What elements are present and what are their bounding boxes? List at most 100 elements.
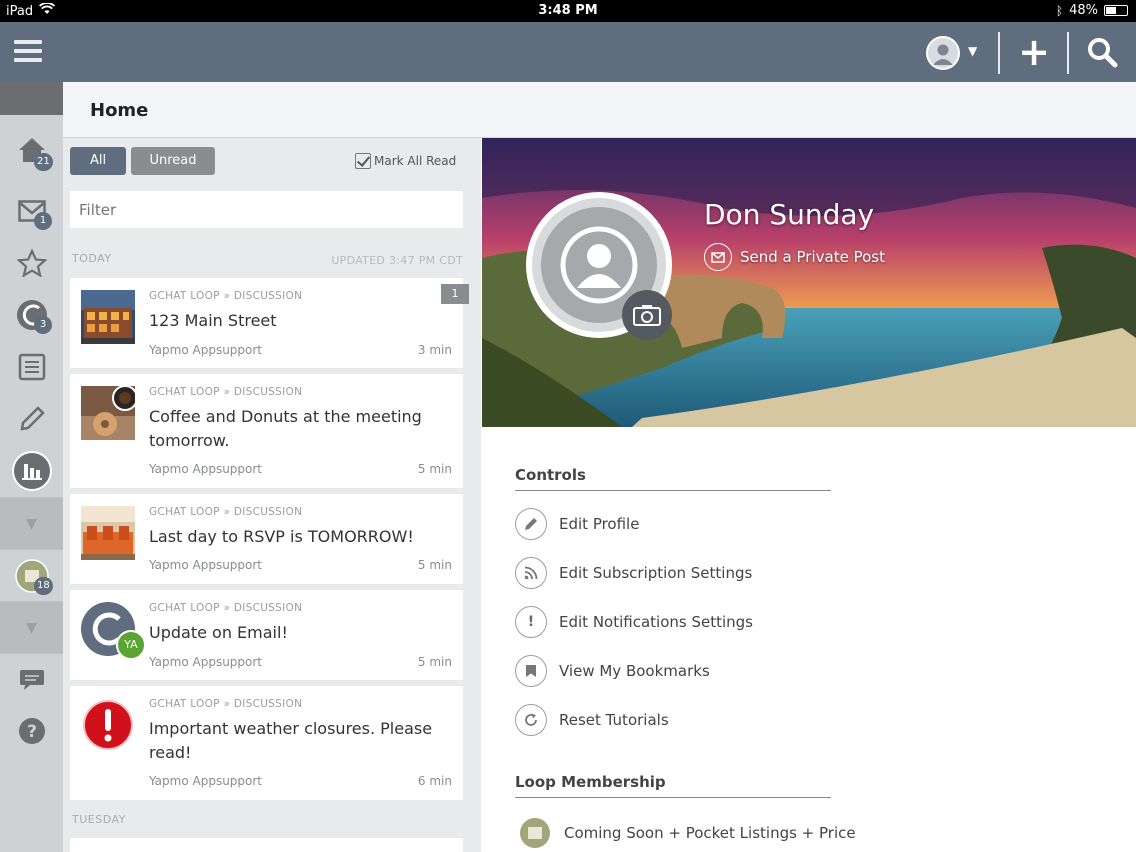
loop-membership-item[interactable]: Coming Soon + Pocket Listings + Price: [520, 818, 856, 848]
rail-loop-item[interactable]: 18: [0, 549, 63, 601]
post-card[interactable]: GCHAT LOOP » DISCUSSION Last day to RSVP…: [70, 494, 463, 584]
post-card[interactable]: GCHAT LOOP » DISCUSSION 123 Main Street …: [70, 278, 469, 368]
rail-collapse[interactable]: ▼: [0, 497, 63, 549]
menu-icon[interactable]: [14, 40, 42, 64]
envelope-icon: [704, 243, 732, 271]
profile-banner: Don Sunday Send a Private Post: [482, 138, 1136, 427]
comment-count-badge: 1: [441, 284, 469, 304]
post-time: 3 min: [417, 343, 452, 357]
post-card[interactable]: GCHAT LOOP » DISCUSSION Coffee and Donut…: [70, 374, 463, 488]
refresh-icon: [515, 704, 547, 736]
loop-avatar-icon: [520, 818, 550, 848]
post-thumbnail: [81, 385, 138, 440]
rail-chat[interactable]: [0, 653, 63, 705]
rail-loops[interactable]: 3: [0, 289, 63, 341]
control-label: Reset Tutorials: [559, 711, 669, 729]
post-author: Yapmo Appsupport: [149, 655, 263, 669]
help-icon: ?: [17, 716, 47, 746]
post-time: 5 min: [417, 462, 452, 476]
post-thumbnail: [81, 506, 135, 560]
nav-divider: [998, 32, 1000, 74]
pencil-icon: [515, 508, 547, 540]
rail-expand[interactable]: ▼: [0, 601, 63, 653]
post-author: Yapmo Appsupport: [149, 774, 263, 788]
control-label: View My Bookmarks: [559, 662, 710, 680]
post-meta: GCHAT LOOP » DISCUSSION: [149, 506, 303, 518]
post-time: 6 min: [417, 774, 452, 788]
directory-icon: [18, 353, 46, 381]
rail-favorites[interactable]: [0, 237, 63, 289]
rail-help[interactable]: ?: [0, 705, 63, 757]
bookmark-icon: [515, 655, 547, 687]
rail-header: [0, 82, 63, 115]
analytics-icon: [11, 450, 53, 492]
page-title: Home: [90, 100, 149, 121]
loops-badge: 3: [34, 316, 52, 334]
rail-compose[interactable]: [0, 393, 63, 445]
post-time: 5 min: [417, 558, 452, 572]
mail-badge: 1: [34, 212, 52, 230]
mark-all-read-label: Mark All Read: [374, 154, 457, 168]
post-card[interactable]: [70, 838, 463, 852]
post-title: Coffee and Donuts at the meeting tomorro…: [149, 407, 422, 450]
search-icon[interactable]: [1086, 36, 1118, 68]
account-avatar[interactable]: [926, 36, 960, 70]
send-private-post-button[interactable]: Send a Private Post: [704, 243, 885, 271]
post-author: Yapmo Appsupport: [149, 343, 263, 357]
chevron-down-icon: ▼: [26, 515, 37, 532]
svg-text:?: ?: [27, 722, 37, 742]
edit-subscription-settings-button[interactable]: Edit Subscription Settings: [515, 557, 752, 589]
rail-directory[interactable]: [0, 341, 63, 393]
status-bar: iPad 3:48 PM ᛒ 48%: [0, 0, 1136, 22]
view-my-bookmarks-button[interactable]: View My Bookmarks: [515, 655, 710, 687]
loop-name: Coming Soon + Pocket Listings + Price: [564, 824, 856, 842]
post-meta: GCHAT LOOP » DISCUSSION: [149, 386, 303, 398]
home-badge: 21: [34, 153, 53, 171]
exclamation-icon: !: [515, 606, 547, 638]
edit-profile-button[interactable]: Edit Profile: [515, 508, 639, 540]
post-card[interactable]: YA GCHAT LOOP » DISCUSSION Update on Ema…: [70, 590, 463, 680]
control-label: Edit Subscription Settings: [559, 564, 753, 582]
add-icon[interactable]: +: [1018, 32, 1050, 72]
rail-mail[interactable]: 1: [0, 185, 63, 237]
section-today: TODAY: [72, 252, 112, 265]
checkbox-icon: [355, 153, 371, 169]
post-title: Last day to RSVP is TOMORROW!: [149, 527, 414, 546]
post-title: Important weather closures. Please read!: [149, 719, 433, 762]
rail-home[interactable]: 21: [0, 115, 63, 185]
post-meta: GCHAT LOOP » DISCUSSION: [149, 290, 303, 302]
profile-name: Don Sunday: [704, 198, 875, 231]
filter-unread-button[interactable]: Unread: [131, 147, 215, 175]
left-rail: 21 1 3 ▼ 18 ▼ ?: [0, 82, 63, 852]
control-label: Edit Notifications Settings: [559, 613, 753, 631]
post-title: Update on Email!: [149, 623, 288, 642]
post-meta: GCHAT LOOP » DISCUSSION: [149, 698, 303, 710]
chat-icon: [18, 666, 46, 694]
bluetooth-icon: ᛒ: [1055, 3, 1064, 18]
top-nav: ▼ +: [0, 22, 1136, 82]
loop-badge: 18: [34, 577, 53, 595]
control-label: Edit Profile: [559, 515, 640, 533]
post-meta: GCHAT LOOP » DISCUSSION: [149, 602, 303, 614]
post-card[interactable]: GCHAT LOOP » DISCUSSION Important weathe…: [70, 686, 463, 800]
page-header: Home: [63, 82, 1136, 138]
section-tuesday: TUESDAY: [72, 813, 126, 826]
mark-all-read-button[interactable]: Mark All Read: [355, 153, 456, 169]
loop-membership-heading: Loop Membership: [515, 773, 831, 798]
filter-input[interactable]: [70, 191, 463, 228]
rail-analytics[interactable]: [0, 445, 63, 497]
battery-icon: [1104, 5, 1128, 16]
camera-icon[interactable]: [622, 290, 672, 340]
post-title: 123 Main Street: [149, 311, 277, 330]
reset-tutorials-button[interactable]: Reset Tutorials: [515, 704, 669, 736]
account-caret-icon[interactable]: ▼: [968, 44, 977, 58]
filter-all-button[interactable]: All: [70, 147, 126, 175]
status-time: 3:48 PM: [538, 3, 598, 18]
star-icon: [16, 249, 47, 277]
rss-icon: [515, 557, 547, 589]
pencil-icon: [18, 405, 46, 433]
post-author: Yapmo Appsupport: [149, 462, 263, 476]
battery-percent: 48%: [1069, 3, 1098, 18]
post-time: 5 min: [417, 655, 452, 669]
edit-notifications-settings-button[interactable]: ! Edit Notifications Settings: [515, 606, 753, 638]
